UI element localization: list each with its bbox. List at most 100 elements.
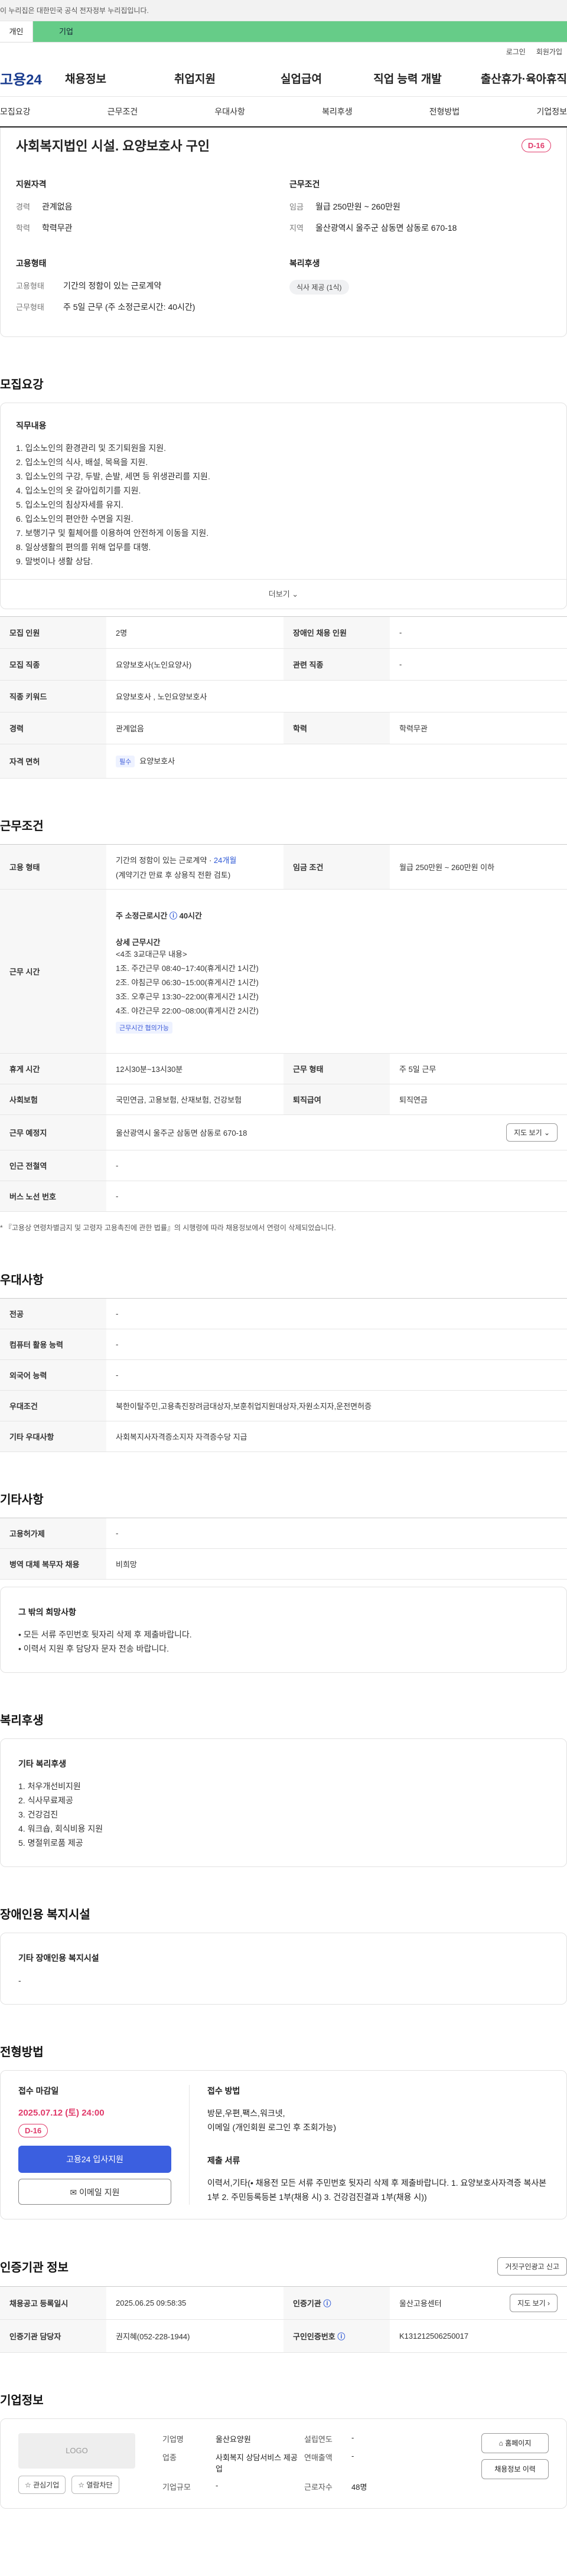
kv-value: 주 5일 근무 (주 소정근로시간: 40시간): [63, 302, 195, 312]
td: -: [390, 616, 567, 649]
gnb-menu-unemployment[interactable]: 실업급여: [254, 70, 348, 86]
gnb-menu-jobs[interactable]: 채용정보: [65, 70, 136, 86]
emp-note: (계약기간 만료 후 상용직 전환 검토): [116, 870, 231, 880]
section-title: 인증기관 정보: [0, 2261, 69, 2274]
global-nav: 고용24 채용정보 취업지원 실업급여 직업 능력 개발 출산휴가·육아휴직: [0, 60, 567, 97]
qual-group: 지원자격 경력 관계없음 학력 학력무관: [16, 178, 278, 243]
emp-group: 고용형태 고용형태 기간의 정함이 있는 근로계약 근무형태 주 5일 근무 (주 …: [16, 257, 278, 322]
gov-banner: 이 누리집은 대한민국 공식 전자정부 누리집입니다.: [0, 0, 567, 21]
emp-title: 고용형태: [16, 259, 47, 268]
section-title: 복리후생: [0, 1714, 44, 1727]
table-row: 고용허가제 -: [0, 1518, 567, 1549]
anchor-process[interactable]: 전형방법: [429, 106, 460, 117]
signup-link[interactable]: 회원가입: [536, 47, 562, 57]
td: 비희망: [106, 1548, 567, 1580]
tab-company[interactable]: 기업: [33, 21, 567, 42]
recruit-section: 모집요강 직무내용 1. 입소노인의 환경관리 및 조기퇴원을 지원. 2. 입…: [0, 375, 567, 779]
td: 필수 요양보호사: [106, 744, 567, 779]
th: 컴퓨터 활용 능력: [0, 1329, 106, 1360]
gnb-menu-leave[interactable]: 출산휴가·육아휴직: [467, 70, 567, 86]
list-item: 2. 입소노인의 식사, 배설, 목욕을 지원.: [16, 457, 148, 467]
qual-title: 지원자격: [16, 179, 47, 189]
dday-badge: D-16: [18, 2124, 48, 2137]
schedule-line: 2조. 야침근무 06:30~15:00(휴게시간 1시간): [116, 978, 259, 987]
table-row: 휴게 시간 12시30분~13시30분 근무 형태 주 5일 근무: [0, 1053, 567, 1084]
list-item: 9. 말벗이나 생활 상담.: [16, 557, 93, 566]
td: 국민연금, 고용보험, 산재보험, 건강보험: [106, 1084, 284, 1115]
welfare-group: 복리후생 식사 제공 (1식): [289, 257, 551, 322]
info-icon[interactable]: ⓘ: [170, 911, 177, 920]
job-history-button[interactable]: 채용정보 이력: [481, 2459, 549, 2479]
list-item: 8. 일상생활의 편의를 위해 업무를 대행.: [16, 542, 151, 552]
favorite-button[interactable]: ☆ 관심기업: [18, 2476, 66, 2494]
report-button[interactable]: 거짓구인광고 신고: [497, 2257, 567, 2276]
tab-individual[interactable]: 개인: [0, 21, 33, 42]
anchor-welfare[interactable]: 복리후생: [322, 106, 353, 117]
table-row: 경력 관계없음 학력 학력무관: [0, 712, 567, 744]
list-item: 1. 입소노인의 환경관리 및 조기퇴원을 지원.: [16, 443, 166, 453]
table-row: 기타 우대사항 사회복지사자격증소지자 자격증수당 지급: [0, 1421, 567, 1452]
job-title: 사회복지법인 시설. 요양보호사 구인: [16, 139, 210, 153]
util-bar: 로그인 회원가입: [0, 43, 567, 60]
recruit-table: 모집 인원 2명 장애인 채용 인원 - 모집 직종 요양보호사(노인요양사) 관련 …: [0, 616, 567, 779]
license-value: 요양보호사: [139, 757, 175, 766]
anchor-workcond[interactable]: 근무조건: [107, 106, 138, 117]
anchor-recruit[interactable]: 모집요강: [0, 106, 31, 117]
table-row: 모집 인원 2명 장애인 채용 인원 -: [0, 616, 567, 649]
welfare-title: 복리후생: [289, 259, 320, 268]
list-item: • 이력서 지원 후 담당자 문자 전송 바랍니다.: [18, 1644, 169, 1653]
more-button[interactable]: 더보기 ⌄: [1, 579, 566, 609]
table-row: 외국어 능력 -: [0, 1359, 567, 1391]
method-line: 이메일 (개인회원 로그인 후 조회가능): [207, 2123, 337, 2132]
list-item: 4. 워크숍, 회식비용 지원: [18, 1824, 103, 1833]
list-item: 3. 건강검진: [18, 1810, 58, 1819]
gnb-menu-support[interactable]: 취업지원: [136, 70, 254, 86]
corp-key: 업종: [162, 2453, 177, 2462]
homepage-button[interactable]: ⌂ 홈페이지: [481, 2433, 549, 2453]
agency-section: 인증기관 정보 거짓구인광고 신고 채용공고 등록일시 2025.06.25 09…: [0, 2257, 567, 2353]
list-item: • 모든 서류 주민번호 뒷자리 삭제 후 제출바랍니다.: [18, 1630, 192, 1639]
table-row: 전공 -: [0, 1298, 567, 1329]
block-button[interactable]: ☆ 열람차단: [71, 2476, 119, 2494]
mail-icon: ✉: [70, 2188, 77, 2197]
kv-key: 학력: [16, 224, 30, 233]
anchor-corp[interactable]: 기업정보: [536, 106, 567, 117]
corp-key: 근로자수: [304, 2483, 333, 2492]
site-logo[interactable]: 고용24: [0, 68, 65, 89]
pref-section: 우대사항 전공 - 컴퓨터 활용 능력 - 외국어 능력 - 우대조건 북한이탈주민,고…: [0, 1270, 567, 1452]
time-hours: 40시간: [179, 911, 202, 920]
gnb-menu-training[interactable]: 직업 능력 개발: [348, 70, 467, 86]
td: 2명: [106, 616, 284, 649]
anchor-pref[interactable]: 우대사항: [214, 106, 245, 117]
td: 학력무관: [390, 712, 567, 744]
info-icon[interactable]: ⓘ: [337, 2332, 345, 2341]
homepage-label: 홈페이지: [505, 2439, 532, 2447]
map-button[interactable]: 지도 보기 ›: [510, 2294, 558, 2312]
td: 월급 250만원 ~ 260만원 이하: [390, 844, 567, 890]
td: 요양보호사(노인요양사): [106, 648, 284, 681]
docs-label: 제출 서류: [207, 2156, 240, 2165]
section-title: 근무조건: [0, 820, 44, 833]
hope-card: 그 밖의 희망사항 • 모든 서류 주민번호 뒷자리 삭제 후 제출바랍니다. …: [0, 1587, 567, 1673]
disab-card: 기타 장애인용 복지시설 -: [0, 1933, 567, 2005]
td: 주 5일 근무: [390, 1053, 567, 1084]
td: 관계없음: [106, 712, 284, 744]
kv-key: 지역: [289, 224, 304, 233]
email-apply-button[interactable]: ✉ 이메일 지원: [18, 2179, 171, 2205]
anchor-nav: 모집요강 근무조건 우대사항 복리후생 전형방법 기업정보: [0, 97, 567, 128]
list-item: 5. 명절위로품 제공: [18, 1838, 83, 1848]
summary-card: 사회복지법인 시설. 요양보호사 구인 D-16 지원자격 경력 관계없음 학력 학…: [0, 128, 567, 337]
login-link[interactable]: 로그인: [506, 47, 526, 57]
th: 모집 직종: [0, 648, 106, 681]
emp-period: 24개월: [213, 855, 237, 865]
info-icon[interactable]: ⓘ: [323, 2299, 331, 2308]
corp-value: 울산요양원: [216, 2435, 251, 2444]
list-item: 1. 처우개선비지원: [18, 1781, 81, 1791]
kv-key: 임금: [289, 202, 304, 211]
map-button[interactable]: 지도 보기 ⌄: [506, 1123, 558, 1142]
td: 퇴직연금: [390, 1084, 567, 1115]
apply-button[interactable]: 고용24 입사지원: [18, 2146, 171, 2173]
th: 임금 조건: [284, 844, 390, 890]
emp-value: 기간의 정함이 있는 근로계약 ·: [116, 855, 214, 865]
table-row: 사회보험 국민연금, 고용보험, 산재보험, 건강보험 퇴직급여 퇴직연금: [0, 1084, 567, 1115]
